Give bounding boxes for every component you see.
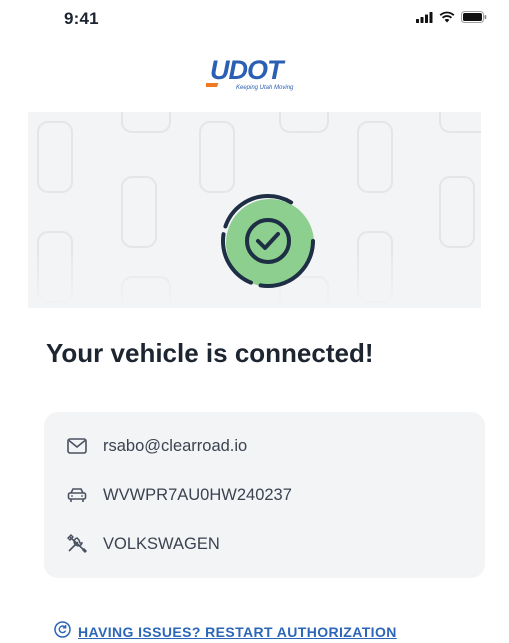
restart-icon <box>54 621 71 643</box>
status-bar: 9:41 <box>0 0 509 40</box>
restart-authorization-link[interactable]: HAVING ISSUES? RESTART AUTHORIZATION <box>54 621 397 643</box>
cellular-signal-icon <box>416 11 433 23</box>
car-icon <box>66 485 88 505</box>
vin-value: WVWPR7AU0HW240237 <box>103 485 292 504</box>
wifi-icon <box>439 11 455 23</box>
status-icons <box>416 11 487 23</box>
logo-wordmark: UDOT <box>210 55 286 85</box>
checkmark-circle-icon <box>212 185 324 297</box>
restart-label[interactable]: HAVING ISSUES? RESTART AUTHORIZATION <box>78 624 397 640</box>
make-row: VOLKSWAGEN <box>66 534 220 554</box>
envelope-icon <box>66 436 88 456</box>
vin-row: WVWPR7AU0HW240237 <box>66 485 292 505</box>
email-value: rsabo@clearroad.io <box>103 436 248 455</box>
page-title: Your vehicle is connected! <box>46 338 374 368</box>
battery-icon <box>461 11 487 23</box>
make-value: VOLKSWAGEN <box>103 534 220 553</box>
email-row: rsabo@clearroad.io <box>66 436 247 456</box>
vehicle-info-card: rsabo@clearroad.io WVWPR7AU0HW240237 VOL… <box>44 412 485 578</box>
tools-icon <box>66 534 88 554</box>
udot-logo: UDOT Keeping Utah Moving <box>194 54 326 96</box>
logo-tagline: Keeping Utah Moving <box>236 85 294 91</box>
status-time: 9:41 <box>64 9 99 28</box>
